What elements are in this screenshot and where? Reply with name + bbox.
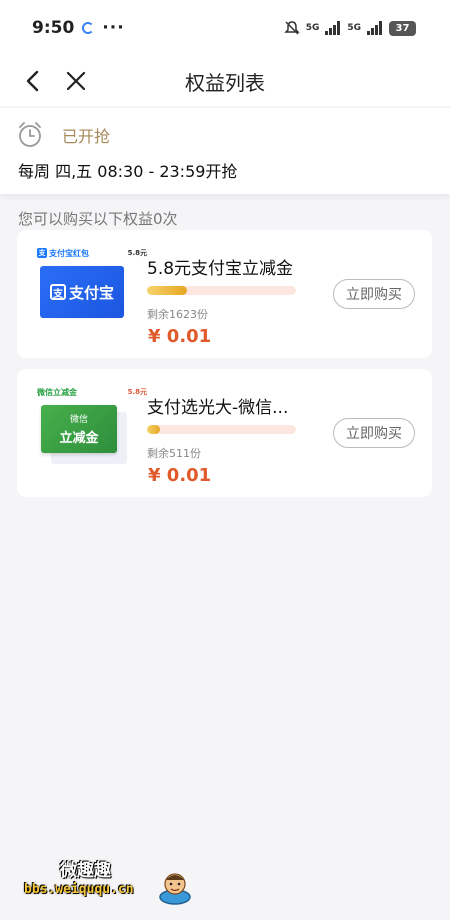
coupon-thumbnail: 微信立减金 5.8元 微信 立减金 bbox=[37, 385, 147, 480]
buy-now-button[interactable]: 立即购买 bbox=[333, 418, 415, 448]
signal-label-2: 5G bbox=[347, 23, 361, 33]
thumb-header: 微信立减金 5.8元 bbox=[37, 385, 147, 399]
mute-icon bbox=[283, 21, 300, 35]
thumb-value: 5.8元 bbox=[127, 388, 147, 396]
alipay-logo-block: 支 支付宝 bbox=[40, 266, 124, 318]
sale-schedule: 每周 四,五 08:30 - 23:59开抢 bbox=[18, 162, 238, 181]
watermark: 微趣趣 bbs.weiququ.cn bbox=[18, 842, 206, 912]
remaining-count: 剩余1623份 bbox=[147, 308, 208, 321]
thumb-value: 5.8元 bbox=[127, 249, 147, 257]
list-item[interactable]: 支 支付宝红包 5.8元 支 支付宝 5.8元支付宝立减金 剩余1623份 ¥ … bbox=[17, 230, 432, 358]
back-button[interactable] bbox=[18, 66, 48, 96]
mascot-icon bbox=[159, 873, 191, 905]
stock-progress-bar bbox=[147, 425, 296, 434]
alipay-icon: 支 bbox=[37, 248, 47, 258]
battery-icon: 37 bbox=[389, 20, 416, 36]
buy-now-button[interactable]: 立即购买 bbox=[333, 279, 415, 309]
sale-time-panel: 已开抢 每周 四,五 08:30 - 23:59开抢 bbox=[0, 108, 450, 194]
status-bar: 9:50 ··· 5G 5G 37 bbox=[0, 0, 450, 56]
thumb-brand-label: 微信立减金 bbox=[37, 387, 77, 397]
sale-status-row: 已开抢 bbox=[18, 118, 432, 152]
signal-icon bbox=[367, 21, 382, 35]
coupon-thumbnail: 支 支付宝红包 5.8元 支 支付宝 bbox=[37, 246, 147, 341]
progress-fill bbox=[147, 286, 188, 295]
more-notifications-icon: ··· bbox=[102, 18, 125, 38]
thumb-header: 支 支付宝红包 5.8元 bbox=[37, 246, 147, 260]
alarm-clock-icon bbox=[19, 122, 41, 147]
item-title: 5.8元支付宝立减金 bbox=[147, 259, 294, 279]
list-item[interactable]: 微信立减金 5.8元 微信 立减金 支付选光大-微信... 剩余511份 ¥ 0… bbox=[17, 369, 432, 497]
close-icon bbox=[66, 71, 86, 91]
thumb-brand-label: 支付宝红包 bbox=[49, 248, 89, 258]
wechat-coupon-block: 微信 立减金 bbox=[41, 405, 117, 453]
watermark-url: bbs.weiququ.cn bbox=[24, 882, 134, 897]
remaining-count: 剩余511份 bbox=[147, 447, 201, 460]
close-button[interactable] bbox=[61, 66, 91, 96]
chevron-left-icon bbox=[26, 70, 39, 92]
nav-bar: 权益列表 bbox=[0, 56, 450, 106]
sync-icon bbox=[82, 22, 95, 34]
thumb-block-small: 微信 bbox=[69, 415, 88, 425]
signal-label-1: 5G bbox=[305, 23, 320, 33]
thumb-brand: 支 支付宝红包 bbox=[37, 248, 89, 259]
signal-icon bbox=[325, 21, 341, 35]
status-right: 5G 5G 37 bbox=[283, 20, 416, 36]
alipay-logo-icon: 支 bbox=[49, 284, 66, 300]
item-title: 支付选光大-微信... bbox=[147, 398, 289, 418]
progress-fill bbox=[147, 425, 161, 434]
thumb-block-text: 支付宝 bbox=[68, 283, 114, 302]
stock-progress-bar bbox=[147, 286, 296, 295]
sale-status-text: 已开抢 bbox=[62, 127, 111, 146]
status-left: 9:50 ··· bbox=[32, 18, 125, 38]
item-price: ¥ 0.01 bbox=[148, 326, 212, 347]
item-price: ¥ 0.01 bbox=[148, 465, 212, 486]
status-time: 9:50 bbox=[32, 18, 75, 38]
watermark-title: 微趣趣 bbox=[60, 861, 111, 881]
thumb-block-big: 立减金 bbox=[59, 431, 99, 446]
